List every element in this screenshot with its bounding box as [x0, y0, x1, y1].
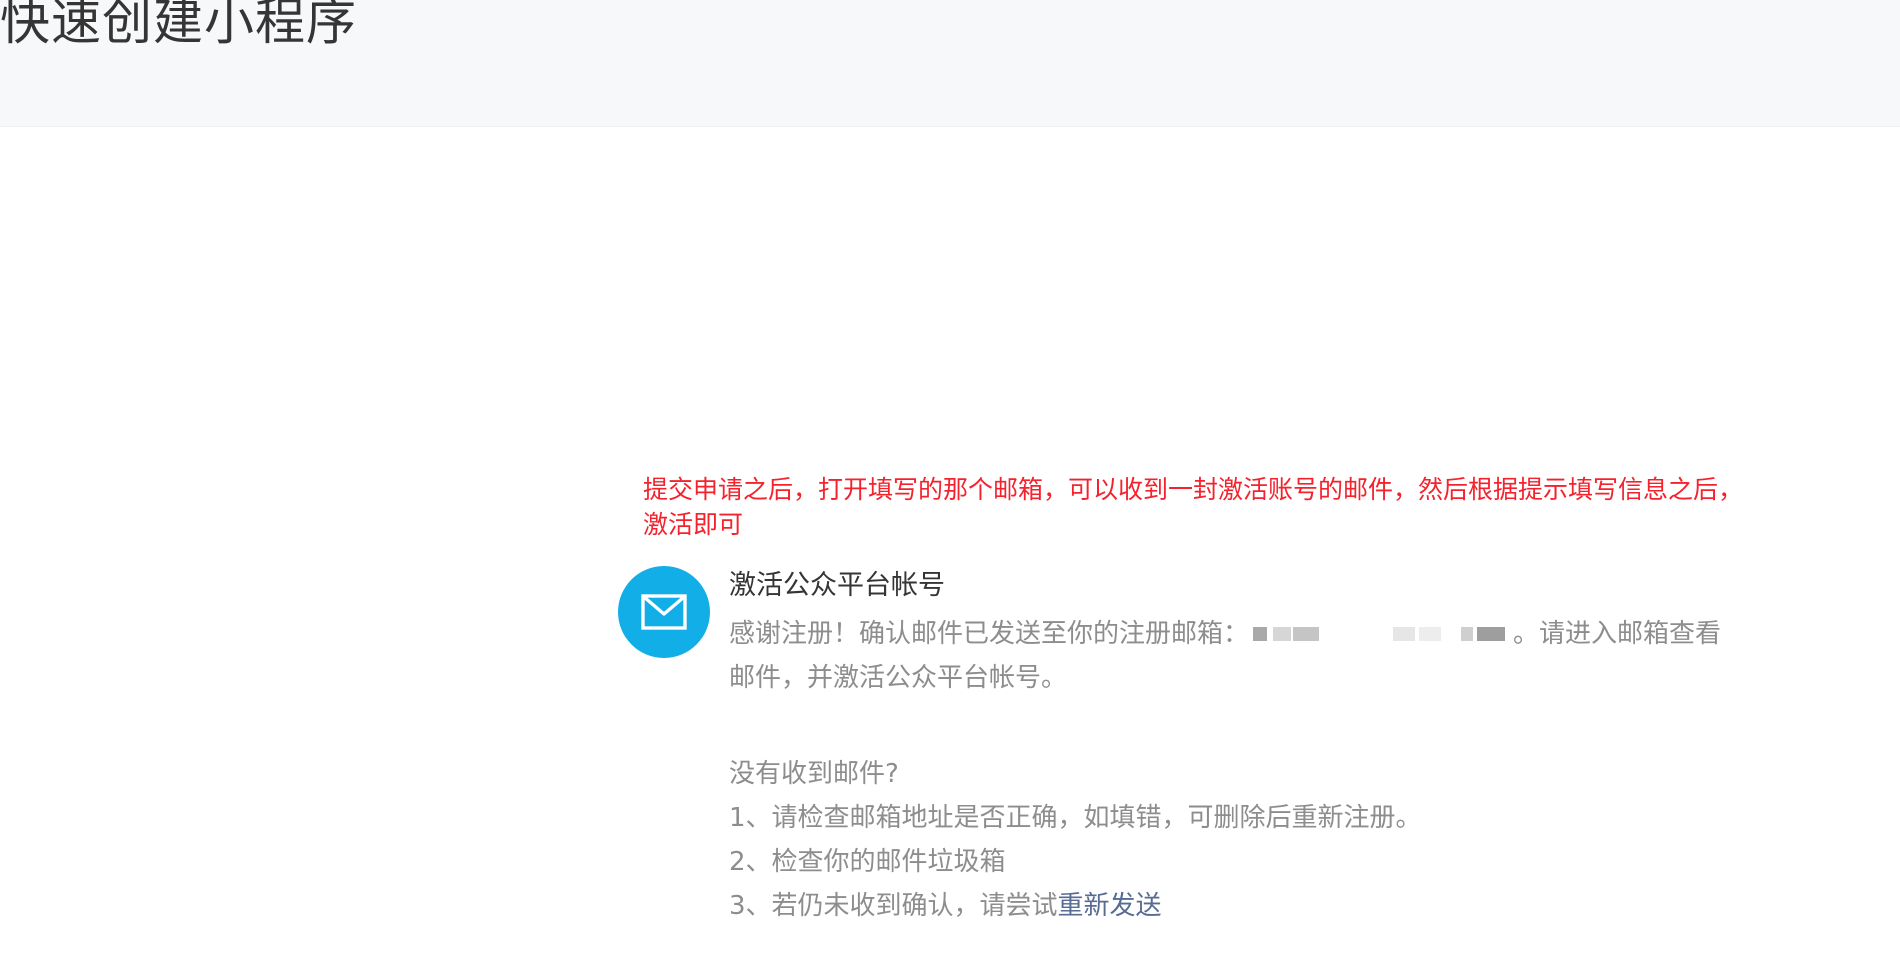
redacted-email — [1253, 623, 1509, 643]
mail-icon — [618, 566, 710, 658]
instruction-note: 提交申请之后，打开填写的那个邮箱，可以收到一封激活账号的邮件，然后根据提示填写信… — [643, 472, 1900, 542]
page-header: 快速创建小程序 — [0, 0, 1900, 127]
activation-description-line-2: 邮件，并激活公众平台帐号。 — [729, 663, 1068, 693]
instruction-note-line-1: 提交申请之后，打开填写的那个邮箱，可以收到一封激活账号的邮件，然后根据提示填写信… — [643, 475, 1744, 504]
activation-description-line-1: 感谢注册！确认邮件已发送至你的注册邮箱： 。请进入邮箱查看 — [729, 612, 1819, 656]
instruction-note-line-2: 激活即可 — [643, 510, 744, 539]
activation-panel: 激活公众平台帐号 感谢注册！确认邮件已发送至你的注册邮箱： 。请进入邮箱查看 邮… — [729, 566, 1869, 928]
activation-description: 感谢注册！确认邮件已发送至你的注册邮箱： 。请进入邮箱查看 邮件，并激活公众平台… — [729, 612, 1819, 700]
help-step-3: 3、若仍未收到确认，请尝试重新发送 — [729, 884, 1869, 928]
help-section: 没有收到邮件? 1、请检查邮箱地址是否正确，如填错，可删除后重新注册。 2、检查… — [729, 752, 1869, 928]
resend-link[interactable]: 重新发送 — [1058, 891, 1162, 921]
help-step-2: 2、检查你的邮件垃圾箱 — [729, 847, 1006, 877]
activation-title: 激活公众平台帐号 — [729, 570, 945, 601]
help-heading: 没有收到邮件? — [729, 759, 899, 789]
help-step-3-text: 3、若仍未收到确认，请尝试 — [729, 891, 1058, 921]
activation-description-prefix: 感谢注册！确认邮件已发送至你的注册邮箱： — [729, 619, 1250, 649]
activation-description-suffix: 。请进入邮箱查看 — [1513, 619, 1722, 649]
help-step-1: 1、请检查邮箱地址是否正确，如填错，可删除后重新注册。 — [729, 803, 1422, 833]
page-title: 快速创建小程序 — [0, 0, 357, 51]
